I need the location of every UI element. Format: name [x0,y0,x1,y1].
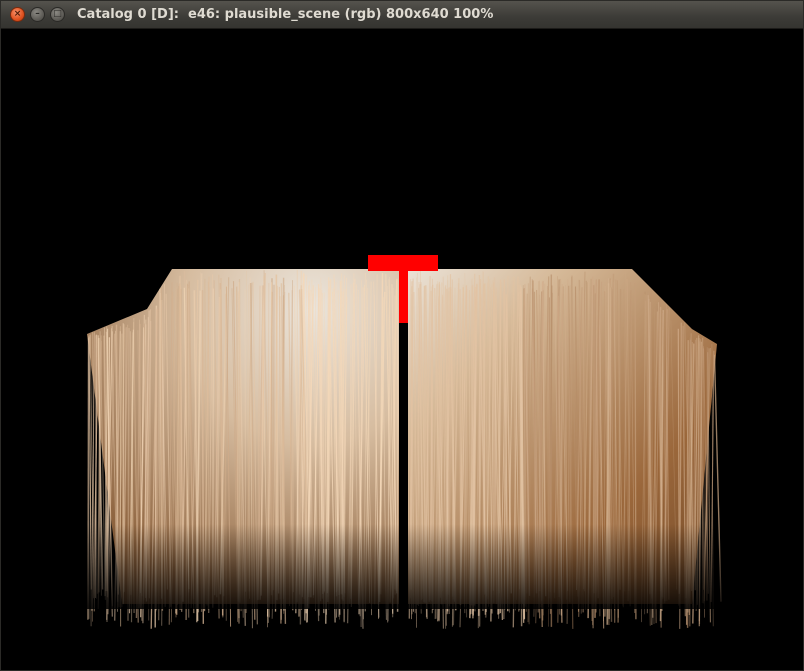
render-viewport[interactable] [2,29,802,669]
app-window: × – □ Catalog 0 [D]: e46: plausible_scen… [0,0,804,671]
minimize-button[interactable]: – [30,7,45,22]
close-icon: × [13,9,22,19]
window-title: Catalog 0 [D]: e46: plausible_scene (rgb… [77,7,494,22]
center-gap [399,319,408,609]
maximize-icon: □ [53,9,62,19]
red-marker-stem [399,271,408,323]
red-marker-top [368,255,438,271]
title-bar[interactable]: × – □ Catalog 0 [D]: e46: plausible_scen… [1,1,803,29]
minimize-icon: – [35,9,40,19]
maximize-button[interactable]: □ [50,7,65,22]
rendered-scene [82,255,722,629]
close-button[interactable]: × [10,7,25,22]
